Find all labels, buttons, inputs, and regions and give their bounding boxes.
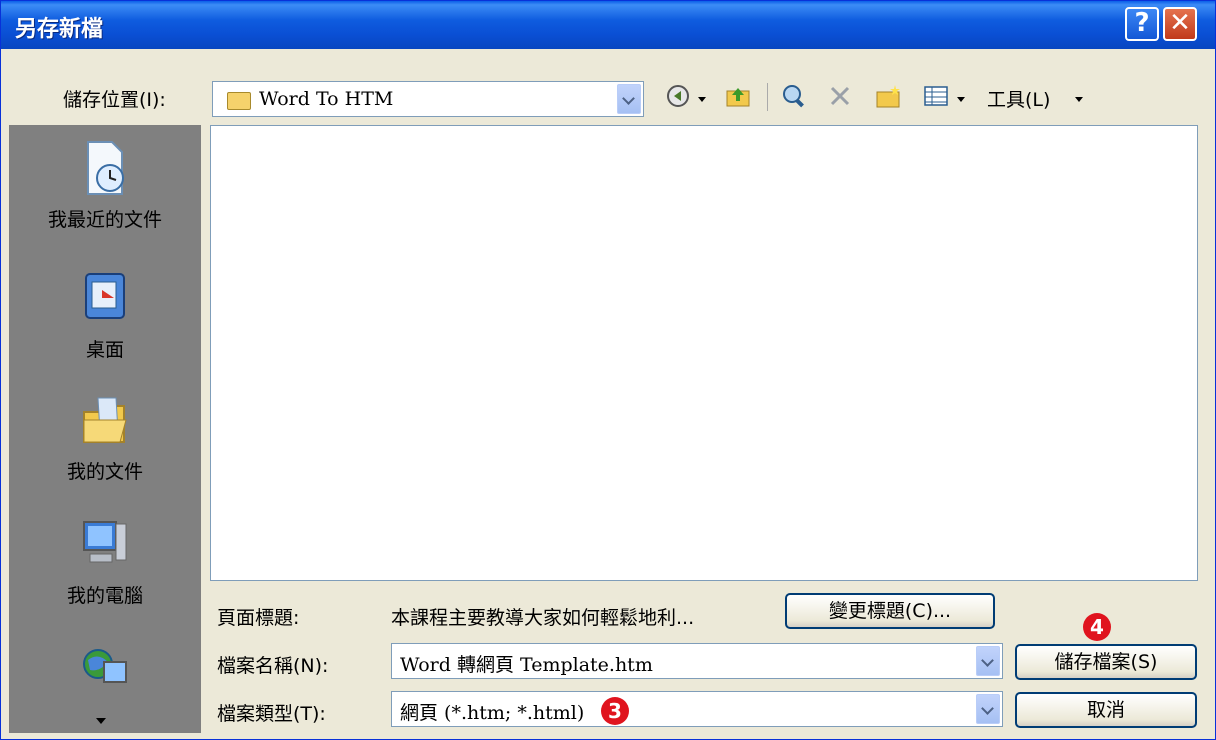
place-label: 我最近的文件 xyxy=(47,209,162,231)
window-title: 另存新檔 xyxy=(15,17,104,42)
step-3-badge: 3 xyxy=(601,697,629,725)
views-dropdown-icon[interactable] xyxy=(957,97,965,102)
step-4-badge: 4 xyxy=(1083,613,1111,641)
save-location-value: Word To HTM xyxy=(259,88,394,110)
tools-menu[interactable]: 工具(L) xyxy=(987,85,1050,112)
delete-icon[interactable] xyxy=(827,83,853,109)
place-my-computer[interactable]: 我的電腦 xyxy=(10,516,200,608)
place-desktop[interactable]: 桌面 xyxy=(10,270,200,362)
search-web-icon[interactable] xyxy=(781,83,807,109)
page-title-value: 本課程主要教導大家如何輕鬆地利... xyxy=(391,607,695,629)
cancel-button[interactable]: 取消 xyxy=(1015,692,1197,728)
new-folder-icon[interactable] xyxy=(875,83,901,109)
place-label: 我的文件 xyxy=(66,461,143,483)
file-name-label: 檔案名稱(N): xyxy=(217,655,329,677)
chevron-down-icon[interactable] xyxy=(976,694,1000,724)
file-type-label: 檔案類型(T): xyxy=(217,703,326,725)
back-icon[interactable] xyxy=(665,83,691,109)
file-name-combo[interactable]: Word 轉網頁 Template.htm xyxy=(391,643,1003,679)
views-icon[interactable] xyxy=(923,83,949,109)
file-type-value: 網頁 (*.htm; *.html) xyxy=(400,702,585,724)
change-title-button[interactable]: 變更標題(C)... xyxy=(785,593,995,629)
toolbar-separator xyxy=(767,83,768,111)
places-bar: 我最近的文件 桌面 我的文件 我的電腦 xyxy=(9,125,201,733)
scroll-down-icon[interactable] xyxy=(96,718,106,724)
save-location-combo[interactable]: Word To HTM xyxy=(212,81,644,117)
chevron-down-icon[interactable] xyxy=(617,84,641,114)
save-button[interactable]: 儲存檔案(S) xyxy=(1015,644,1197,680)
title-bar[interactable]: 另存新檔 ? ✕ xyxy=(1,1,1215,49)
save-as-dialog: 另存新檔 ? ✕ 儲存位置(I): Word To HTM 工具(L) 我最近的… xyxy=(0,0,1216,740)
my-computer-icon xyxy=(83,521,127,563)
network-places-icon xyxy=(83,649,127,683)
place-network[interactable] xyxy=(10,642,200,707)
chevron-down-icon[interactable] xyxy=(976,646,1000,676)
place-label: 我的電腦 xyxy=(66,585,143,607)
place-label: 桌面 xyxy=(85,339,124,361)
my-documents-icon xyxy=(83,397,127,443)
place-my-documents[interactable]: 我的文件 xyxy=(10,392,200,484)
folder-icon xyxy=(227,92,251,110)
place-recent-documents[interactable]: 我最近的文件 xyxy=(10,140,200,232)
file-list[interactable] xyxy=(210,125,1198,581)
desktop-icon xyxy=(85,273,125,319)
page-title-label: 頁面標題: xyxy=(217,607,300,629)
save-location-label: 儲存位置(I): xyxy=(63,89,166,111)
back-dropdown-icon[interactable] xyxy=(698,97,706,102)
help-button[interactable]: ? xyxy=(1125,7,1159,41)
recent-documents-icon xyxy=(87,141,124,195)
up-folder-icon[interactable] xyxy=(725,83,751,109)
file-name-value: Word 轉網頁 Template.htm xyxy=(400,654,653,676)
file-type-combo[interactable]: 網頁 (*.htm; *.html) xyxy=(391,691,1003,727)
tools-dropdown-icon[interactable] xyxy=(1075,97,1083,102)
close-button[interactable]: ✕ xyxy=(1163,7,1197,41)
